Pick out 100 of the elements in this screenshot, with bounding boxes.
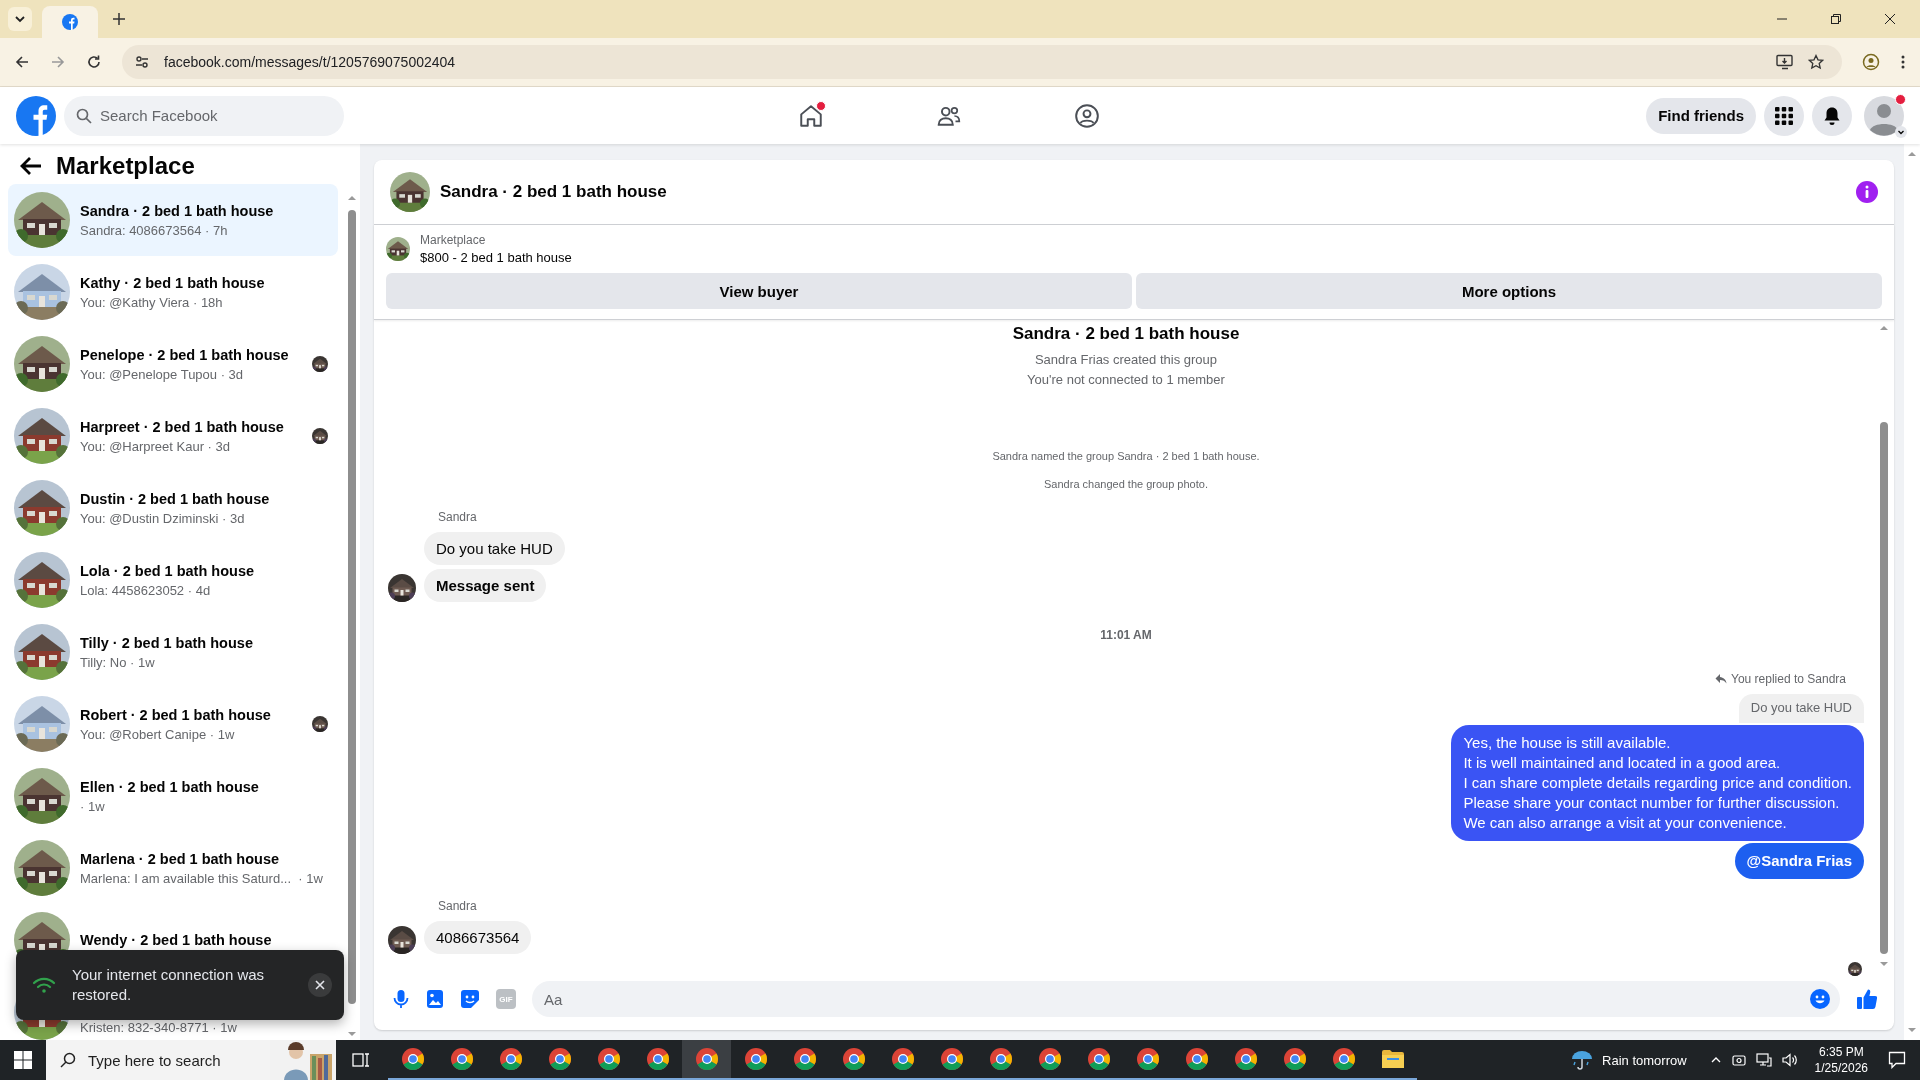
logo-icon[interactable] [16,95,56,136]
install-icon[interactable] [1776,54,1794,70]
action-button[interactable]: View buyer [386,273,1132,309]
arrow-down-icon[interactable] [1879,960,1889,968]
forward-icon[interactable] [50,54,66,70]
conversation-preview: Tilly: No · 1w [80,654,156,670]
star-icon[interactable] [1808,54,1824,70]
browser-icon [596,1047,621,1071]
browser-icon [400,1047,425,1071]
back-icon[interactable] [20,156,42,176]
weather-text[interactable]: Rain tomorrow [1602,1052,1687,1068]
grid-icon [1774,105,1794,126]
sidebar-title: Marketplace [56,152,195,180]
sticker-icon[interactable] [460,989,480,1009]
volume-icon[interactable] [1781,1053,1798,1067]
scroll-thumb[interactable] [1880,422,1888,954]
conversation-item[interactable]: Penelope · 2 bed 1 bath house You: @Penelope Tupou · 3d [8,328,338,400]
caret-icon [1895,125,1907,138]
image-icon[interactable] [426,989,444,1009]
arrow-down-icon[interactable] [1907,1026,1917,1034]
search-field[interactable]: Search Facebook [64,95,344,136]
browser-icon [645,1047,670,1071]
site-settings-icon[interactable] [134,54,150,70]
conversation-title: Ellen · 2 bed 1 bath house [80,778,260,795]
back-icon[interactable] [14,54,30,70]
menu-button[interactable] [1764,95,1804,136]
scroll-thumb[interactable] [348,210,356,1004]
browser-icon [743,1047,768,1071]
conversation-preview: You: @Harpreet Kaur · 3d [80,438,232,454]
browser-icon [1086,1047,1111,1071]
sender-name: Sandra [438,510,478,524]
arrow-up-icon[interactable] [347,194,357,202]
message-bubble: Message sent [424,569,547,602]
task-view-icon[interactable] [352,1051,370,1069]
notifications-button[interactable] [1812,95,1852,136]
conversation-title: Lola · 2 bed 1 bath house [80,562,256,579]
browser-icon [1282,1047,1307,1071]
conversation-item[interactable]: Harpreet · 2 bed 1 bath house You: @Harpreet Kaur · 3d [8,400,338,472]
conversation-preview: Sandra: 4086673564 · 7h [80,222,229,238]
conversation-item[interactable]: Tilly · 2 bed 1 bath house Tilly: No · 1w [8,616,338,688]
conversation-item[interactable]: Marlena · 2 bed 1 bath house Marlena: I am available this Saturd... · 1w [8,832,338,904]
clock-time[interactable]: 6:35 PM [1818,1044,1864,1060]
address-bar[interactable]: facebook.com/messages/t/1205769075002404 [122,45,1842,79]
account-button[interactable] [1864,95,1904,136]
conversation-title: Robert · 2 bed 1 bath house [80,706,272,723]
emoji-icon[interactable] [1810,989,1830,1009]
scrollbar[interactable] [1904,144,1920,1040]
conversation-item[interactable]: Dustin · 2 bed 1 bath house You: @Dustin Dziminski · 3d [8,472,338,544]
new-tab-icon[interactable] [112,12,126,26]
sender-name: Sandra [438,899,478,913]
conversation-item[interactable]: Lola · 2 bed 1 bath house Lola: 4458623052 · 4d [8,544,338,616]
conversation-item[interactable]: Ellen · 2 bed 1 bath house · 1w [8,760,338,832]
arrow-up-icon[interactable] [1879,324,1889,332]
message-field[interactable]: Aa [532,981,1840,1017]
action-button[interactable]: More options [1136,273,1882,309]
start-icon[interactable] [14,1051,32,1069]
arrow-down-icon[interactable] [347,1030,357,1038]
notification-center-icon[interactable] [1888,1051,1906,1069]
conversation-item[interactable]: Sandra · 2 bed 1 bath house Sandra: 4086673564 · 7h [8,184,338,256]
close-icon[interactable] [1884,13,1896,25]
timestamp: 11:01 AM [1100,628,1152,642]
info-icon[interactable] [1856,181,1878,203]
conversation-item[interactable]: Kathy · 2 bed 1 bath house You: @Kathy Viera · 18h [8,256,338,328]
umbrella-icon[interactable] [1570,1049,1595,1071]
thumbs-up-icon[interactable] [1856,988,1878,1010]
message-bubble: Yes, the house is still available. It is well maintained and located in a good area. I can share complete details regarding price and condition. Please share your contact number for further discussion. We can also arrange a visit at your convenience. [1451,725,1864,841]
browser-icon [1233,1047,1258,1071]
tab-search-button[interactable] [8,7,32,31]
browser-icon [988,1047,1013,1071]
logo-icon [62,14,78,30]
browser-tab[interactable] [42,6,98,38]
event-text: Sandra named the group Sandra · 2 bed 1 bath house. [992,450,1260,462]
avatar-icon [1864,95,1904,136]
conversation-preview: You: @Penelope Tupou · 3d [80,366,245,382]
close-button[interactable] [308,973,332,997]
conversation-preview: Kristen: 832-340-8771 · 1w [80,1020,238,1035]
quoted-message: Do you take HUD [1738,694,1864,723]
camera-icon[interactable] [1731,1053,1746,1067]
browser-icon [694,1047,719,1071]
browser-icon [1037,1047,1062,1071]
conversation-preview: You: @Robert Canipe · 1w [80,726,236,742]
conversation-item[interactable]: Robert · 2 bed 1 bath house You: @Robert Canipe · 1w [8,688,338,760]
restore-icon[interactable] [1830,13,1842,25]
chevron-down-icon [14,13,26,25]
conversation-preview: You: @Dustin Dziminski · 3d [80,510,246,526]
conversation-preview: You: @Kathy Viera · 18h [80,294,224,310]
clock-date[interactable]: 1/25/2026 [1814,1060,1868,1076]
conversation-heading: Sandra · 2 bed 1 bath house [1012,324,1240,344]
microphone-icon[interactable] [392,989,410,1009]
network-icon[interactable] [1755,1053,1772,1067]
message-bubble: Do you take HUD [424,532,565,565]
arrow-up-icon[interactable] [1907,150,1917,158]
conversation-title: Tilly · 2 bed 1 bath house [80,634,254,651]
event-text: Sandra Frias created this group [1034,352,1218,367]
reload-icon[interactable] [86,54,102,70]
profile-icon[interactable] [1862,53,1880,71]
more-icon[interactable] [1900,54,1906,70]
find-friends-button[interactable]: Find friends [1646,97,1756,134]
taskbar-button[interactable] [682,1040,731,1080]
home-icon [798,102,824,129]
